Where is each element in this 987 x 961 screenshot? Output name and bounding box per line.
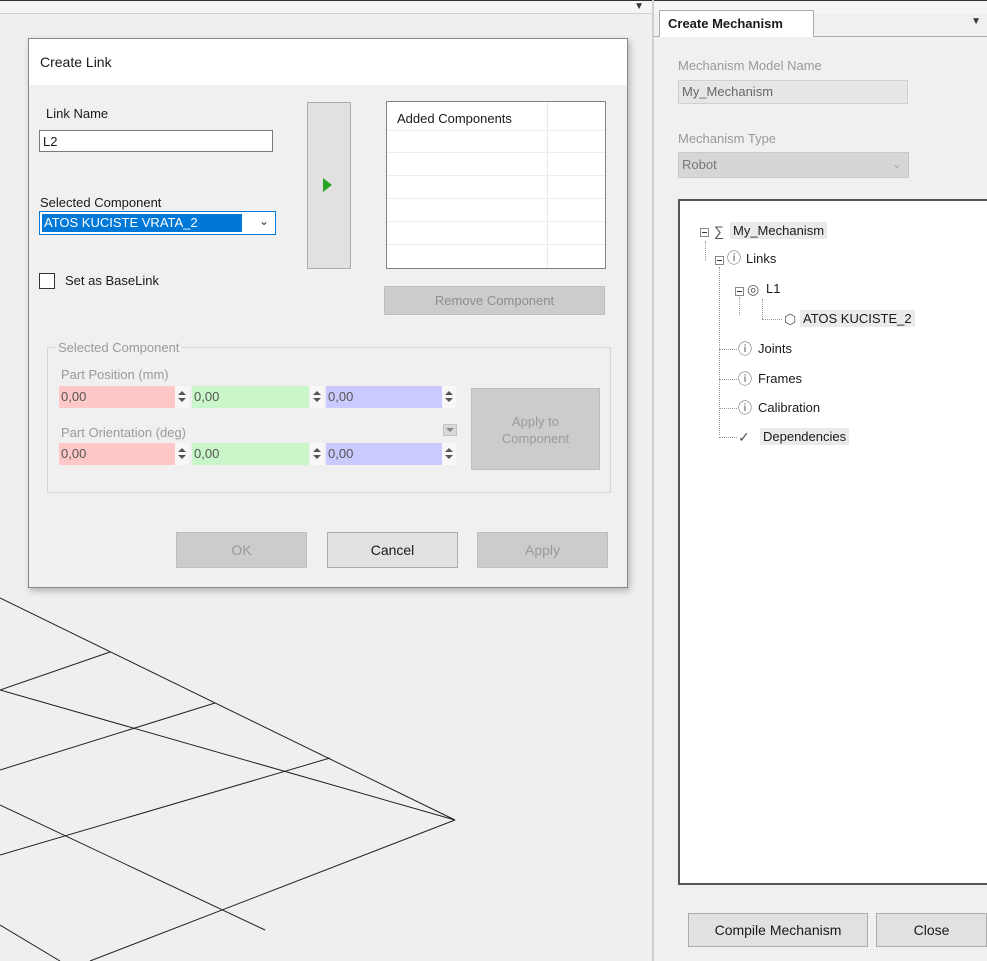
warning-icon: ⓘ [738,371,752,387]
selected-component-label: Selected Component [40,195,162,210]
dialog-title: Create Link [40,54,112,70]
mechanism-type-label: Mechanism Type [678,131,777,146]
tree-item-frames[interactable]: Frames [755,370,805,387]
tree-connector [719,379,737,380]
row-divider [387,244,605,245]
tree-connector [762,319,782,320]
spin-arrows-icon[interactable] [175,386,189,408]
orientation-y-spinner[interactable]: 0,00 [192,443,325,465]
model-name-input[interactable]: My_Mechanism [678,80,908,104]
position-x-spinner[interactable]: 0,00 [59,386,189,408]
model-name-label: Mechanism Model Name [678,58,822,73]
tree-connector [739,297,740,315]
tree-connector [719,408,737,409]
orientation-z-field[interactable]: 0,00 [326,443,442,465]
tree-item-root[interactable]: My_Mechanism [730,222,828,239]
apply-to-component-label-line2: Component [501,431,570,446]
tree-connector [719,349,737,350]
panel-menu-icon[interactable]: ▼ [634,1,644,12]
row-divider [387,198,605,199]
position-y-field[interactable]: 0,00 [192,386,309,408]
tree-connector [719,437,737,438]
tree-connector [719,267,720,435]
orientation-mode-dropdown[interactable] [443,424,457,436]
orientation-x-spinner[interactable]: 0,00 [59,443,189,465]
tree-connector [705,241,706,261]
tree-connector [762,299,763,319]
selected-component-value: ATOS KUCISTE VRATA_2 [42,214,242,232]
ok-button[interactable]: OK [176,532,307,568]
spin-arrows-icon[interactable] [442,443,456,465]
position-y-spinner[interactable]: 0,00 [192,386,325,408]
row-divider [387,221,605,222]
spin-arrows-icon[interactable] [310,386,324,408]
warning-icon: ⓘ [727,250,741,266]
row-divider [387,152,605,153]
chevron-down-icon: ⌄ [258,214,269,228]
create-link-dialog: Create Link Link Name L2 Selected Compon… [28,38,628,588]
compile-mechanism-button[interactable]: Compile Mechanism [688,913,868,947]
apply-button[interactable]: Apply [477,532,608,568]
collapse-icon[interactable] [700,228,709,237]
orientation-z-spinner[interactable]: 0,00 [326,443,459,465]
tree-item-dependencies[interactable]: Dependencies [760,428,850,445]
position-x-field[interactable]: 0,00 [59,386,175,408]
set-baselink-checkbox[interactable] [39,273,55,289]
row-divider [387,175,605,176]
mechanism-type-dropdown[interactable]: Robot ⌄ [678,152,909,178]
row-divider [387,130,605,131]
mechanism-tree[interactable]: ∑ My_Mechanism ⓘ Links ◎ L1 ⬡ ATOS KUCIS… [678,199,987,885]
warning-icon: ⓘ [738,400,752,416]
added-components-list[interactable]: Added Components [386,101,606,269]
spin-arrows-icon[interactable] [442,386,456,408]
chevron-down-icon: ⌄ [891,157,902,171]
part-cube-icon: ⬡ [784,311,797,327]
close-button[interactable]: Close [876,913,987,947]
create-mechanism-panel: Create Mechanism ▼ Mechanism Model Name … [652,0,987,961]
position-z-spinner[interactable]: 0,00 [326,386,459,408]
mechanism-type-value: Robot [682,157,717,172]
dialog-titlebar: Create Link [29,39,627,85]
link-icon: ◎ [747,281,760,297]
play-arrow-icon [323,178,332,192]
orientation-y-field[interactable]: 0,00 [192,443,309,465]
cancel-button[interactable]: Cancel [327,532,458,568]
viewport-toolbar: ▼ [0,0,652,14]
check-icon: ✓ [738,429,750,445]
collapse-icon[interactable] [735,287,744,296]
spin-arrows-icon[interactable] [310,443,324,465]
set-baselink-label: Set as BaseLink [65,273,159,288]
apply-to-component-button[interactable]: Apply to Component [471,388,600,470]
part-position-label: Part Position (mm) [61,367,169,382]
tree-item-calibration[interactable]: Calibration [755,399,823,416]
tab-create-mechanism[interactable]: Create Mechanism [659,10,814,37]
add-component-button[interactable] [307,102,351,269]
spin-arrows-icon[interactable] [175,443,189,465]
group-title: Selected Component [55,340,183,355]
remove-component-button[interactable]: Remove Component [384,286,605,315]
collapse-icon[interactable] [715,256,724,265]
added-components-header: Added Components [397,111,512,126]
tree-item-joints[interactable]: Joints [755,340,795,357]
selected-component-dropdown[interactable]: ATOS KUCISTE VRATA_2 ⌄ [39,211,276,235]
panel-menu-icon[interactable]: ▼ [971,16,981,27]
mechanism-icon: ∑ [714,223,724,239]
link-name-label: Link Name [46,106,109,121]
warning-icon: ⓘ [738,341,752,357]
position-z-field[interactable]: 0,00 [326,386,442,408]
tree-item-l1[interactable]: L1 [763,280,783,297]
tree-item-links[interactable]: Links [743,250,779,267]
link-name-input[interactable]: L2 [39,130,273,152]
orientation-x-field[interactable]: 0,00 [59,443,175,465]
part-orientation-label: Part Orientation (deg) [61,425,187,440]
apply-to-component-label-line1: Apply to [512,414,559,429]
tree-item-component[interactable]: ATOS KUCISTE_2 [800,310,915,327]
